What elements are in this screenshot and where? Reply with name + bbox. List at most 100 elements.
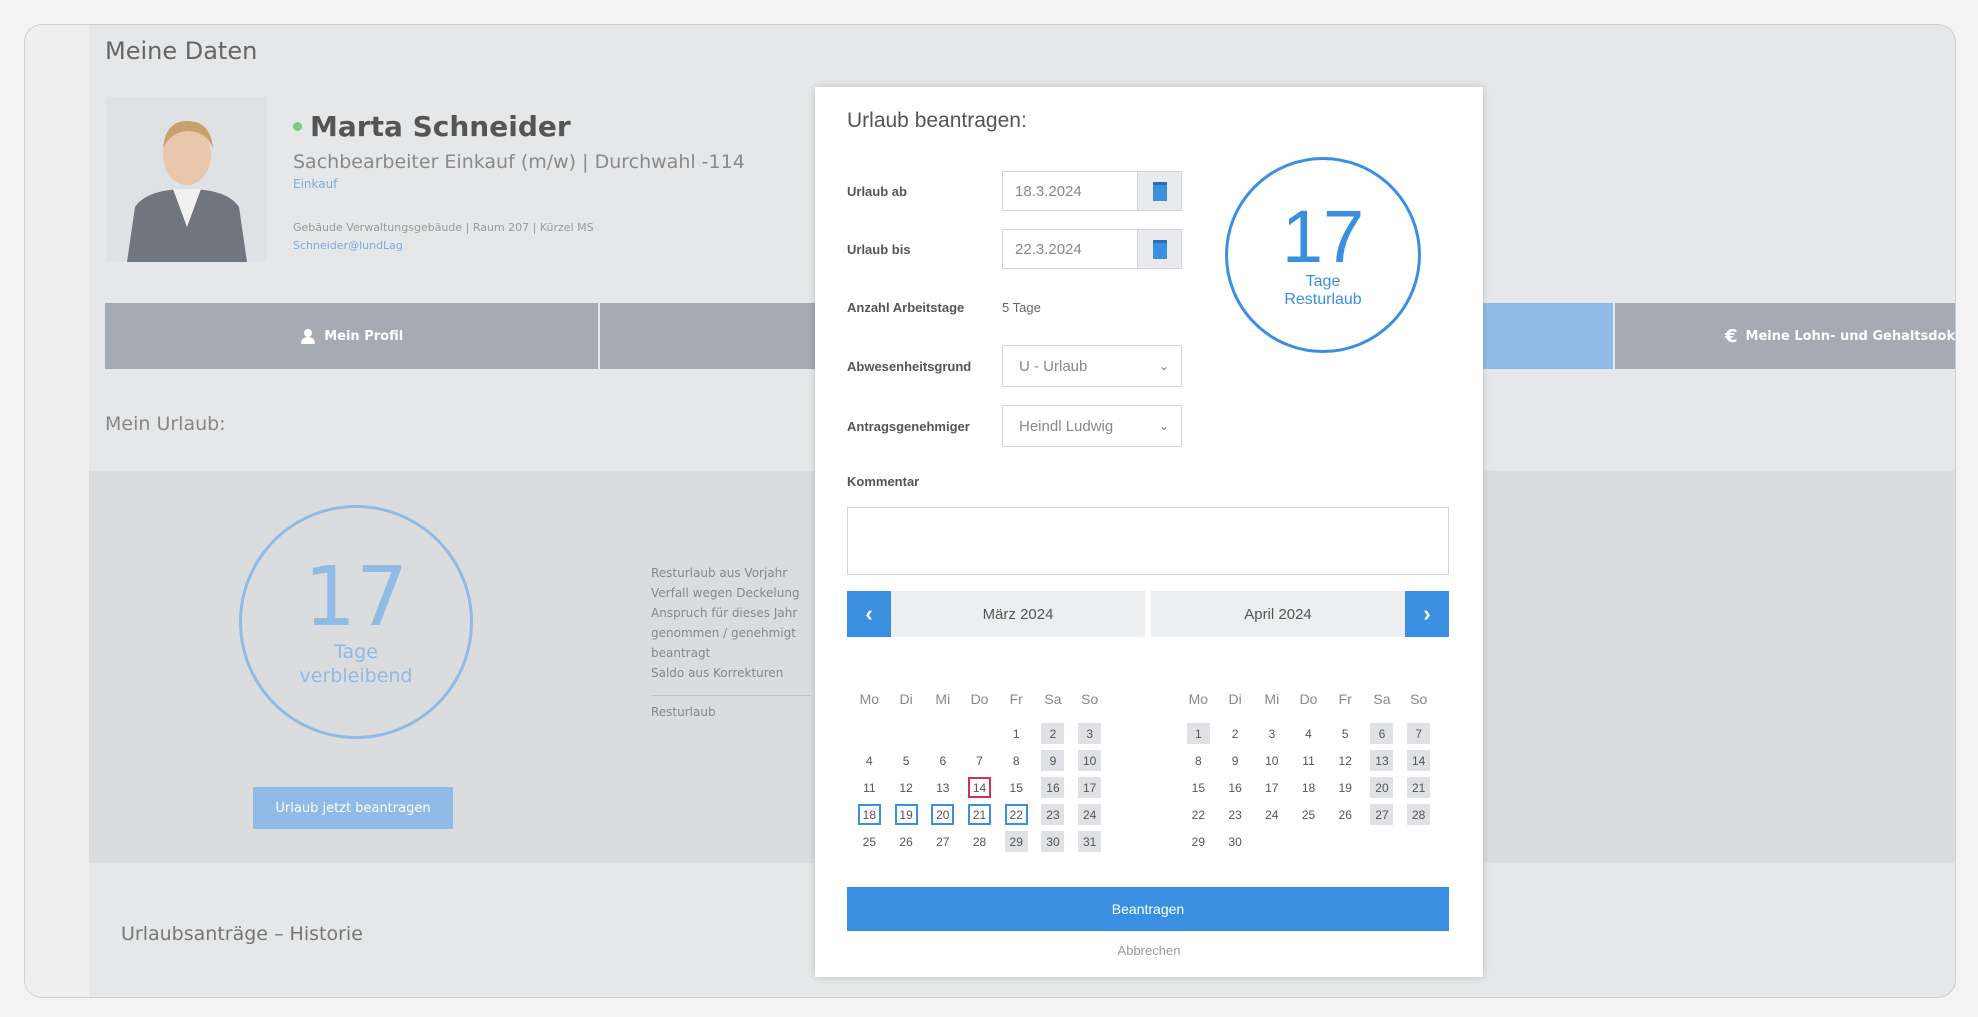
beantragen-button[interactable]: Beantragen bbox=[847, 887, 1449, 931]
calendar-day[interactable]: 6 bbox=[931, 750, 954, 771]
calendar-day[interactable]: 11 bbox=[1297, 750, 1320, 771]
reason-label: Abwesenheitsgrund bbox=[847, 358, 972, 374]
calendar-day[interactable]: 14 bbox=[968, 777, 992, 798]
month-label-1: März 2024 bbox=[891, 591, 1145, 637]
calendar-day[interactable]: 15 bbox=[1005, 777, 1028, 798]
calendar-day[interactable]: 29 bbox=[1187, 831, 1210, 852]
calendar-day[interactable]: 8 bbox=[1187, 750, 1210, 771]
approver-select-value: Heindl Ludwig bbox=[1019, 417, 1114, 435]
rest-urlaub-label-2: Resturlaub bbox=[1284, 291, 1362, 308]
from-date-input[interactable]: 18.3.2024 bbox=[1002, 171, 1138, 211]
calendar-day[interactable]: 2 bbox=[1041, 723, 1065, 744]
calendar-day[interactable]: 13 bbox=[931, 777, 954, 798]
next-month-button[interactable]: › bbox=[1405, 591, 1449, 637]
calendar-day[interactable]: 6 bbox=[1370, 723, 1394, 744]
calendar-day[interactable]: 13 bbox=[1370, 750, 1394, 771]
calendar-day[interactable]: 8 bbox=[1005, 750, 1028, 771]
calendar-cell: 1 bbox=[998, 723, 1035, 744]
calendar-day[interactable]: 18 bbox=[857, 804, 881, 825]
calendar-day[interactable]: 1 bbox=[1186, 723, 1210, 744]
calendar-day[interactable]: 29 bbox=[1004, 831, 1028, 852]
calendar-cell: 22 bbox=[1180, 804, 1217, 825]
abbrechen-link[interactable]: Abbrechen bbox=[815, 943, 1483, 958]
calendar-day[interactable]: 20 bbox=[1370, 777, 1394, 798]
calendar-day[interactable]: 23 bbox=[1224, 804, 1247, 825]
historie-title: Urlaubsanträge – Historie bbox=[121, 923, 363, 945]
prev-month-button[interactable]: ‹ bbox=[847, 591, 891, 637]
calendar-cell: 16 bbox=[1035, 777, 1072, 798]
calendar-day[interactable]: 27 bbox=[931, 831, 954, 852]
calendar-day[interactable]: 19 bbox=[1334, 777, 1357, 798]
to-date-input[interactable]: 22.3.2024 bbox=[1002, 229, 1138, 269]
calendar-cell: 15 bbox=[1180, 777, 1217, 798]
calendar-day[interactable]: 17 bbox=[1078, 777, 1102, 798]
profile-email-link[interactable]: Schneider@lundLag bbox=[293, 239, 745, 252]
calendar-day[interactable]: 26 bbox=[895, 831, 918, 852]
tab-lohn-gehalt[interactable]: € Meine Lohn- und Gehaltsdokumente bbox=[1615, 303, 1955, 369]
calendar-day[interactable]: 7 bbox=[968, 750, 991, 771]
calendar-day[interactable]: 21 bbox=[968, 804, 992, 825]
calendar-day[interactable]: 28 bbox=[1407, 804, 1431, 825]
calendar-day[interactable]: 4 bbox=[858, 750, 881, 771]
calendar-day[interactable]: 27 bbox=[1370, 804, 1394, 825]
calendar-cell: 27 bbox=[1364, 804, 1401, 825]
calendar-day[interactable]: 4 bbox=[1297, 723, 1320, 744]
calendar-day[interactable]: 14 bbox=[1407, 750, 1431, 771]
weekday-label: Mo bbox=[1188, 690, 1209, 707]
calendar-day[interactable]: 23 bbox=[1041, 804, 1065, 825]
comment-textarea[interactable] bbox=[847, 507, 1449, 575]
left-strip bbox=[25, 25, 89, 997]
calendar-day[interactable]: 12 bbox=[895, 777, 918, 798]
from-calendar-button[interactable] bbox=[1138, 171, 1182, 211]
calendar-day[interactable]: 21 bbox=[1407, 777, 1431, 798]
calendar-day[interactable]: 26 bbox=[1334, 804, 1357, 825]
tab-mein-profil[interactable]: Mein Profil bbox=[105, 303, 601, 369]
calendar-day[interactable]: 24 bbox=[1078, 804, 1102, 825]
person-photo-icon bbox=[107, 97, 267, 262]
calendar-day[interactable]: 22 bbox=[1004, 804, 1028, 825]
calendar-day[interactable]: 15 bbox=[1187, 777, 1210, 798]
calendar-day[interactable]: 3 bbox=[1078, 723, 1102, 744]
calendar-day[interactable]: 9 bbox=[1224, 750, 1247, 771]
calendar-day[interactable]: 30 bbox=[1224, 831, 1247, 852]
calendar-cell: 20 bbox=[924, 804, 961, 825]
calendar-day[interactable]: 16 bbox=[1224, 777, 1247, 798]
approver-select[interactable]: Heindl Ludwig ⌄ bbox=[1002, 405, 1182, 447]
calendar-day[interactable]: 5 bbox=[1334, 723, 1357, 744]
calendar-day[interactable]: 18 bbox=[1297, 777, 1320, 798]
calendar-day[interactable]: 9 bbox=[1041, 750, 1065, 771]
calendar-day[interactable]: 25 bbox=[1297, 804, 1320, 825]
stat-row: Resturlaub aus Vorjahr bbox=[651, 566, 788, 580]
calendar-day[interactable]: 7 bbox=[1407, 723, 1431, 744]
calendar-day[interactable]: 31 bbox=[1078, 831, 1102, 852]
calendar-day[interactable]: 24 bbox=[1260, 804, 1283, 825]
urlaub-beantragen-button[interactable]: Urlaub jetzt beantragen bbox=[253, 787, 453, 829]
to-calendar-button[interactable] bbox=[1138, 229, 1182, 269]
reason-select[interactable]: U - Urlaub ⌄ bbox=[1002, 345, 1182, 387]
calendar-cell: 14 bbox=[961, 777, 998, 798]
calendar-day[interactable]: 30 bbox=[1041, 831, 1065, 852]
profile-department-link[interactable]: Einkauf bbox=[293, 177, 745, 191]
calendar-day[interactable]: 19 bbox=[894, 804, 918, 825]
calendar-day[interactable]: 10 bbox=[1260, 750, 1283, 771]
calendar-cell: 19 bbox=[1327, 777, 1364, 798]
calendar-day[interactable]: 20 bbox=[931, 804, 955, 825]
approver-row: Antragsgenehmiger Heindl Ludwig ⌄ bbox=[847, 405, 1182, 447]
calendar-cell: 4 bbox=[1290, 723, 1327, 744]
calendar-day[interactable]: 16 bbox=[1041, 777, 1065, 798]
calendar-cell: 25 bbox=[1290, 804, 1327, 825]
comment-label: Kommentar bbox=[847, 474, 920, 489]
calendar-day[interactable]: 1 bbox=[1005, 723, 1028, 744]
calendar-day[interactable]: 12 bbox=[1334, 750, 1357, 771]
calendar-day[interactable]: 25 bbox=[858, 831, 881, 852]
calendar-day[interactable]: 10 bbox=[1078, 750, 1102, 771]
calendar-day[interactable]: 17 bbox=[1260, 777, 1283, 798]
calendar-day[interactable]: 5 bbox=[895, 750, 918, 771]
calendar-day[interactable]: 28 bbox=[968, 831, 991, 852]
calendar-day[interactable]: 3 bbox=[1260, 723, 1283, 744]
calendar-day[interactable]: 11 bbox=[858, 777, 881, 798]
calendar-cell: 30 bbox=[1035, 831, 1072, 852]
calendar-day[interactable]: 2 bbox=[1224, 723, 1247, 744]
calendar-day[interactable]: 22 bbox=[1187, 804, 1210, 825]
calendar-cell: 19 bbox=[888, 804, 925, 825]
